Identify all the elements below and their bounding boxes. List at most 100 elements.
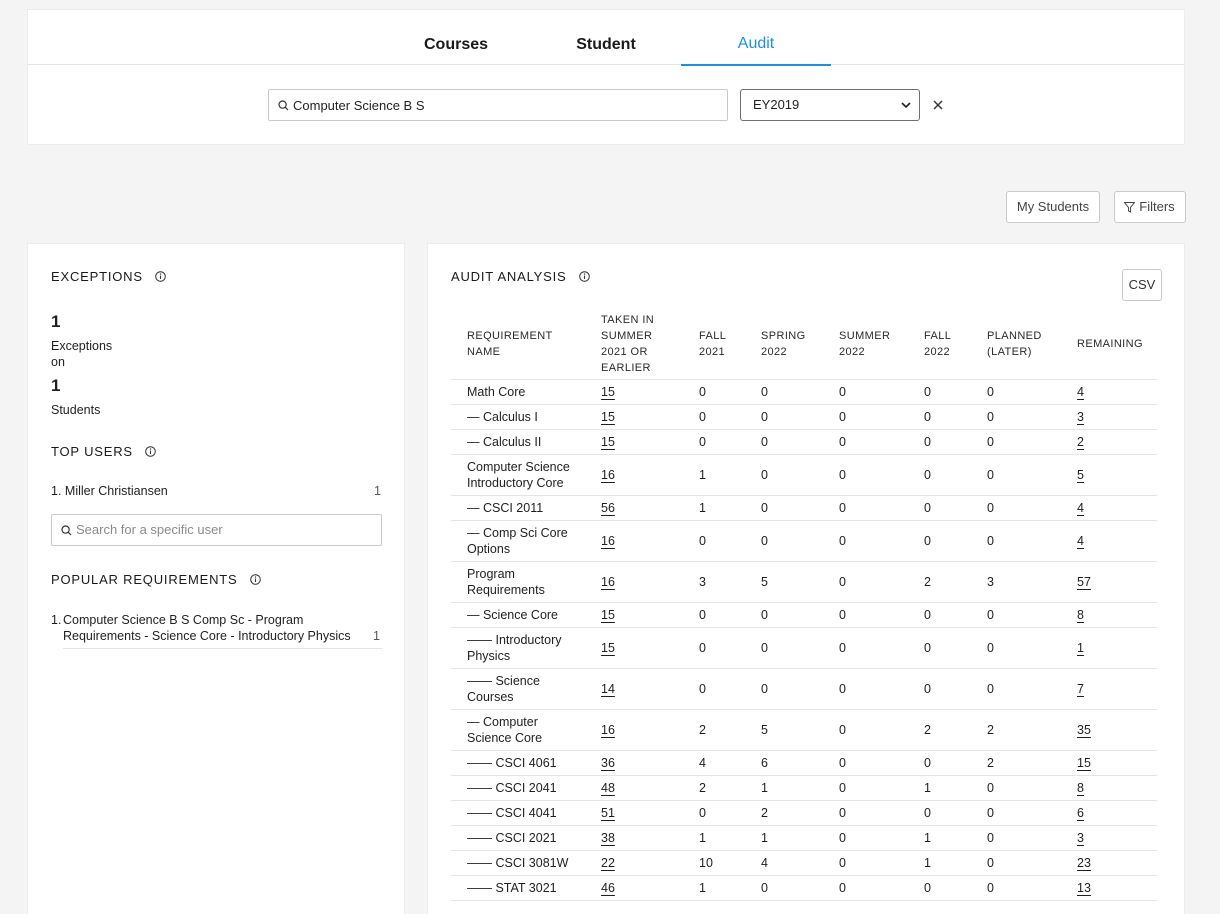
count-link[interactable]: 35	[1061, 709, 1157, 751]
table-row: —— CSCI 2041 48 2 1 0 1 0 8	[451, 775, 1157, 801]
table-cell: 1	[683, 825, 745, 851]
year-select-value: EY2019	[753, 97, 800, 112]
filters-button[interactable]: Filters	[1114, 191, 1186, 223]
count-link[interactable]: 46	[585, 875, 683, 901]
tab-courses[interactable]: Courses	[381, 10, 531, 65]
tab-student[interactable]: Student	[531, 10, 681, 65]
table-cell: 2	[971, 709, 1061, 751]
table-cell: 3	[683, 561, 745, 603]
exceptions-title: EXCEPTIONS	[51, 269, 143, 284]
popular-requirements-title: POPULAR REQUIREMENTS	[51, 572, 238, 587]
table-cell: 0	[745, 602, 823, 628]
on-label: on	[51, 355, 65, 369]
count-link[interactable]: 15	[585, 379, 683, 405]
count-link[interactable]: 56	[585, 495, 683, 521]
count-link[interactable]: 7	[1061, 668, 1157, 710]
csv-export-button[interactable]: CSV	[1122, 269, 1162, 301]
table-cell: 0	[971, 602, 1061, 628]
year-select[interactable]: EY2019	[740, 89, 920, 121]
table-cell: 0	[823, 875, 908, 901]
table-cell: 0	[745, 404, 823, 430]
table-cell: 0	[823, 750, 908, 776]
tab-audit[interactable]: Audit	[681, 10, 831, 66]
count-link[interactable]: 57	[1061, 561, 1157, 603]
count-link[interactable]: 6	[1061, 800, 1157, 826]
count-link[interactable]: 4	[1061, 379, 1157, 405]
table-cell: 0	[908, 379, 971, 405]
count-link[interactable]: 51	[585, 800, 683, 826]
count-link[interactable]: 4	[1061, 495, 1157, 521]
program-search-input[interactable]: Computer Science B S	[268, 89, 728, 121]
table-cell: 0	[971, 454, 1061, 496]
requirement-name-cell: — Science Core	[451, 602, 585, 628]
table-cell: 0	[823, 520, 908, 562]
count-link[interactable]: 14	[585, 668, 683, 710]
count-link[interactable]: 3	[1061, 404, 1157, 430]
my-students-button[interactable]: My Students	[1006, 191, 1100, 223]
table-cell: 0	[971, 800, 1061, 826]
count-link[interactable]: 8	[1061, 775, 1157, 801]
count-link[interactable]: 8	[1061, 602, 1157, 628]
count-link[interactable]: 15	[585, 404, 683, 430]
top-user-item[interactable]: 1. Miller Christiansen 1	[51, 484, 381, 498]
info-icon[interactable]	[250, 574, 261, 585]
table-row: Program Requirements 16 3 5 0 2 3 57	[451, 561, 1157, 603]
count-link[interactable]: 5	[1061, 454, 1157, 496]
table-cell: 0	[823, 825, 908, 851]
table-row: — Calculus II 15 0 0 0 0 0 2	[451, 429, 1157, 455]
column-header: FALL 2022	[908, 310, 971, 380]
navigation-card: Courses Student Audit Computer Science B…	[27, 9, 1185, 145]
table-cell: 0	[971, 850, 1061, 876]
count-link[interactable]: 16	[585, 520, 683, 562]
table-cell: 2	[908, 561, 971, 603]
table-row: — Science Core 15 0 0 0 0 0 8	[451, 602, 1157, 628]
count-link[interactable]: 13	[1061, 875, 1157, 901]
column-header: PLANNED (LATER)	[971, 310, 1061, 380]
table-row: —— CSCI 2021 38 1 1 0 1 0 3	[451, 825, 1157, 851]
table-cell: 0	[683, 627, 745, 669]
count-link[interactable]: 1	[1061, 627, 1157, 669]
count-link[interactable]: 16	[585, 709, 683, 751]
requirement-name-cell: —— CSCI 2041	[451, 775, 585, 801]
table-cell: 1	[908, 850, 971, 876]
count-link[interactable]: 15	[585, 602, 683, 628]
column-header: SPRING 2022	[745, 310, 823, 380]
info-icon[interactable]	[155, 271, 167, 282]
count-link[interactable]: 16	[585, 561, 683, 603]
count-link[interactable]: 3	[1061, 825, 1157, 851]
user-search-input[interactable]: Search for a specific user	[51, 514, 382, 546]
requirement-name-cell: — Calculus II	[451, 429, 585, 455]
table-cell: 0	[908, 404, 971, 430]
table-cell: 0	[823, 561, 908, 603]
table-row: Math Core 15 0 0 0 0 0 4	[451, 379, 1157, 405]
count-link[interactable]: 22	[585, 850, 683, 876]
info-icon[interactable]	[579, 271, 590, 282]
table-cell: 0	[908, 602, 971, 628]
count-link[interactable]: 38	[585, 825, 683, 851]
info-icon[interactable]	[145, 446, 157, 457]
requirement-name-cell: —— CSCI 3081W	[451, 850, 585, 876]
count-link[interactable]: 4	[1061, 520, 1157, 562]
count-link[interactable]: 48	[585, 775, 683, 801]
count-link[interactable]: 23	[1061, 850, 1157, 876]
table-cell: 0	[971, 520, 1061, 562]
count-link[interactable]: 15	[585, 627, 683, 669]
table-cell: 1	[908, 775, 971, 801]
table-row: — Calculus I 15 0 0 0 0 0 3	[451, 404, 1157, 430]
exceptions-count: 1	[51, 312, 61, 331]
count-link[interactable]: 36	[585, 750, 683, 776]
table-cell: 0	[971, 429, 1061, 455]
table-cell: 2	[745, 800, 823, 826]
clear-icon[interactable]	[931, 98, 945, 112]
requirement-rank: 1.	[51, 613, 62, 627]
table-cell: 1	[683, 495, 745, 521]
table-cell: 0	[971, 668, 1061, 710]
count-link[interactable]: 16	[585, 454, 683, 496]
count-link[interactable]: 2	[1061, 429, 1157, 455]
count-link[interactable]: 15	[1061, 750, 1157, 776]
user-name: Miller Christiansen	[64, 484, 168, 498]
count-link[interactable]: 15	[585, 429, 683, 455]
table-cell: 0	[823, 850, 908, 876]
requirement-count: 1	[373, 629, 380, 643]
table-cell: 6	[745, 750, 823, 776]
